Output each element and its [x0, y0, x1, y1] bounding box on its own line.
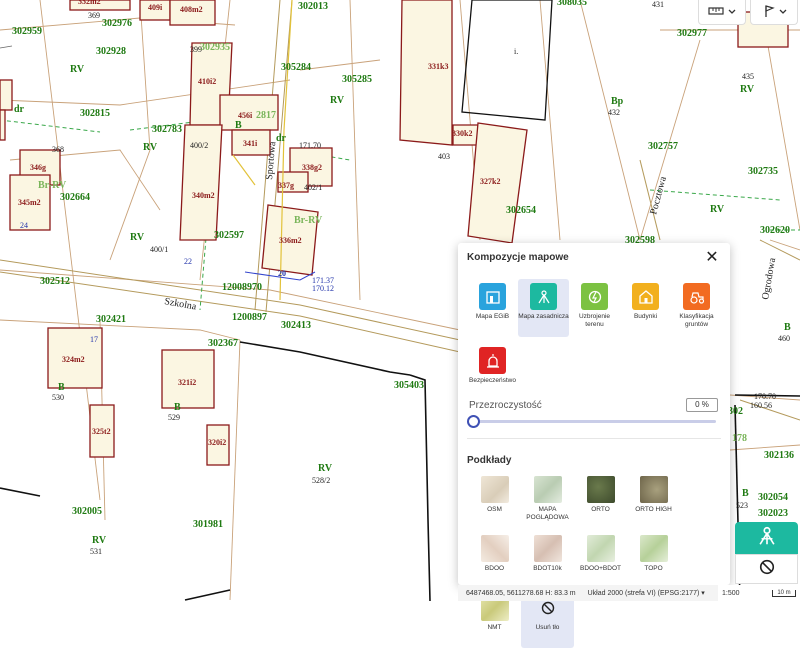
map-compositions-panel: Kompozycje mapowe ✕ Mapa EGiB Mapa zasad…	[458, 243, 730, 648]
surveyor-icon	[756, 525, 778, 552]
background-thumbnail	[533, 535, 562, 562]
background-label: MAPA POGLĄDOWA	[526, 506, 569, 521]
background-grid: OSM MAPA POGLĄDOWA ORTO ORTO HIGH BDOO B…	[468, 476, 724, 653]
background-orto-high[interactable]: ORTO HIGH	[627, 476, 680, 530]
composition-klasyfikacja[interactable]: Klasyfikacja gruntów	[671, 279, 722, 337]
composition-label: Mapa EGiB	[475, 313, 510, 320]
background-thumbnail	[639, 476, 668, 503]
alarm-icon	[479, 347, 506, 374]
background-nmt[interactable]: NMT	[468, 594, 521, 648]
composition-grid: Mapa EGiB Mapa zasadnicza Uzbrojenie ter…	[467, 279, 723, 407]
measure-tools-button[interactable]	[698, 0, 746, 25]
background-mapa-pogladowa[interactable]: MAPA POGLĄDOWA	[521, 476, 574, 530]
no-entry-icon	[759, 559, 775, 580]
composition-label: Mapa zasadnicza	[518, 313, 569, 320]
house-icon	[632, 283, 659, 310]
background-label: OSM	[487, 506, 502, 513]
background-thumbnail	[533, 476, 562, 503]
background-label: BDOT10k	[533, 565, 562, 572]
background-label: BDOO	[484, 565, 505, 572]
status-bar: 6487468.05, 5611278.68 H: 83.3 m Układ 2…	[458, 585, 758, 601]
background-orto[interactable]: ORTO	[574, 476, 627, 530]
composition-egib[interactable]: Mapa EGiB	[467, 279, 518, 337]
composition-label: Uzbrojenie terenu	[578, 313, 611, 328]
divider	[467, 438, 721, 439]
background-osm[interactable]: OSM	[468, 476, 521, 530]
background-bdot10k[interactable]: BDOT10k	[521, 535, 574, 589]
background-label: ORTO	[591, 506, 610, 513]
scale-ratio: 1:500	[722, 589, 740, 597]
composition-label: Bezpieczeństwo	[469, 377, 516, 384]
background-topo[interactable]: TOPO	[627, 535, 680, 589]
background-thumbnail	[480, 535, 509, 562]
background-bdoo-bdot[interactable]: BDOO+BDOT	[574, 535, 627, 589]
egib-icon	[479, 283, 506, 310]
chevron-down-icon	[779, 6, 787, 18]
background-thumbnail	[639, 535, 668, 562]
disable-composition-button[interactable]	[735, 554, 798, 584]
backgrounds-title: Podkłady	[467, 455, 512, 466]
map-compositions-button[interactable]	[735, 522, 798, 554]
background-remove[interactable]: Usuń tło	[521, 594, 574, 648]
composition-bezpieczenstwo[interactable]: Bezpieczeństwo	[467, 343, 518, 401]
composition-zasadnicza[interactable]: Mapa zasadnicza	[518, 279, 569, 337]
pin-tools-button[interactable]	[750, 0, 798, 25]
background-thumbnail	[586, 535, 615, 562]
chevron-down-icon	[728, 6, 736, 18]
background-thumbnail	[586, 476, 615, 503]
composition-label: Budynki	[633, 313, 658, 320]
crs-selector[interactable]: Układ 2000 (strefa VI) (EPSG:2177) ▾	[588, 589, 705, 597]
pin-icon	[761, 4, 775, 21]
chevron-down-icon: ▾	[701, 590, 705, 597]
background-label: NMT	[487, 624, 502, 631]
background-label: ORTO HIGH	[635, 506, 672, 513]
background-label: TOPO	[644, 565, 663, 572]
opacity-label: Przezroczystość	[469, 400, 542, 411]
background-label: Usuń tło	[535, 624, 560, 631]
opacity-slider-track[interactable]	[472, 420, 716, 423]
crs-label: Układ 2000 (strefa VI) (EPSG:2177)	[587, 590, 700, 597]
opacity-value-input[interactable]: 0 %	[686, 398, 718, 412]
composition-uzbrojenie[interactable]: Uzbrojenie terenu	[569, 279, 620, 337]
tractor-icon	[683, 283, 710, 310]
close-icon[interactable]: ✕	[703, 249, 721, 267]
opacity-slider-handle[interactable]	[467, 415, 480, 428]
panel-title: Kompozycje mapowe	[467, 252, 569, 263]
background-bdoo[interactable]: BDOO	[468, 535, 521, 589]
background-label: BDOO+BDOT	[580, 565, 621, 572]
utility-icon	[581, 283, 608, 310]
background-thumbnail	[480, 476, 509, 503]
surveyor-icon	[530, 283, 557, 310]
scale-bar: 10 m	[772, 589, 796, 597]
scale-indicator: 1:500 10 m	[718, 585, 800, 601]
composition-budynki[interactable]: Budynki	[620, 279, 671, 337]
ruler-icon	[708, 6, 724, 19]
composition-label: Klasyfikacja gruntów	[679, 313, 714, 328]
cursor-coordinates: 6487468.05, 5611278.68 H: 83.3 m	[466, 589, 576, 597]
